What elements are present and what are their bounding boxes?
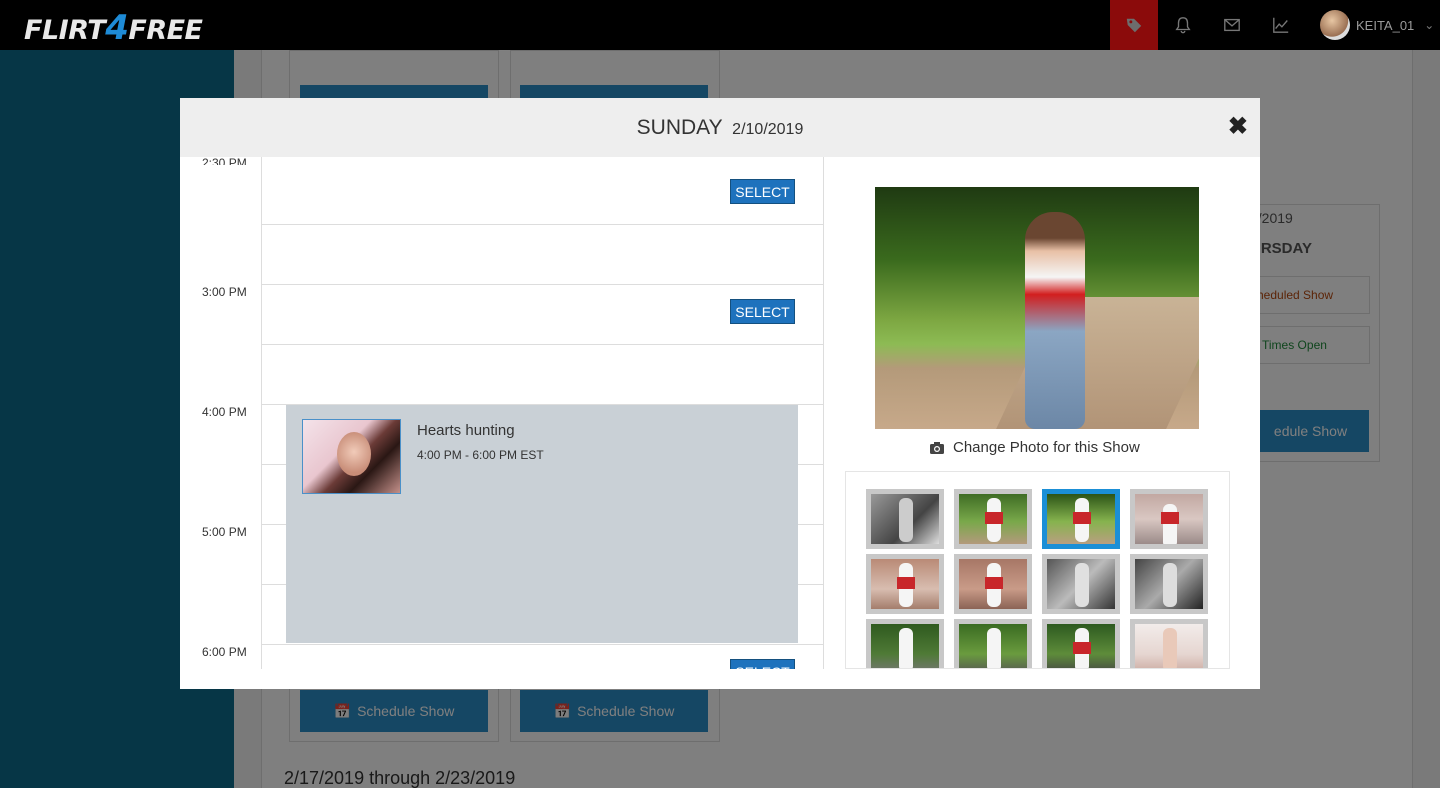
time-slot[interactable] [262, 225, 824, 285]
time-label: 3:00 PM [202, 285, 247, 299]
photo-thumbnail[interactable] [954, 554, 1032, 614]
username: KEITA_01 [1356, 17, 1415, 33]
time-label: 5:00 PM [202, 525, 247, 539]
photo-thumbnail[interactable] [1042, 554, 1120, 614]
photo-thumbnail[interactable] [954, 619, 1032, 668]
time-label: 2:30 PM [202, 157, 247, 165]
close-icon[interactable]: ✖ [1228, 112, 1248, 141]
schedule-day-modal: SUNDAY 2/10/2019 ✖ 2:30 PM 3:00 PM 4:00 … [180, 98, 1260, 689]
time-label: 6:00 PM [202, 645, 247, 659]
chevron-down-icon: ⌄ [1424, 18, 1435, 32]
photo-thumbnail[interactable] [954, 489, 1032, 549]
time-column: 2:30 PM 3:00 PM 4:00 PM 5:00 PM 6:00 PM [180, 157, 261, 669]
mail-icon[interactable] [1208, 0, 1256, 50]
chart-icon[interactable] [1257, 0, 1305, 50]
modal-title: SUNDAY 2/10/2019 [637, 116, 804, 140]
avatar [1320, 10, 1350, 40]
camera-icon [930, 441, 944, 454]
change-photo-link[interactable]: Change Photo for this Show [929, 439, 1140, 456]
photo-thumbnail[interactable] [1130, 554, 1208, 614]
show-thumbnail [302, 419, 401, 494]
modal-day: SUNDAY [636, 115, 723, 139]
photo-thumbnail-grid[interactable] [845, 471, 1230, 669]
top-bar: FLIRT4FREE KEITA_01 ⌄ [0, 0, 1440, 50]
user-menu[interactable]: KEITA_01 ⌄ [1320, 8, 1434, 42]
photo-thumbnail[interactable] [1042, 619, 1120, 668]
select-slot-button[interactable]: SELECT [730, 299, 795, 324]
scheduled-show-block[interactable]: Hearts hunting 4:00 PM - 6:00 PM EST [286, 405, 798, 643]
change-photo-label: Change Photo for this Show [953, 439, 1140, 456]
select-slot-button[interactable]: SELECT [730, 179, 795, 204]
show-title: Hearts hunting [417, 422, 515, 439]
photo-thumbnail[interactable] [866, 554, 944, 614]
photo-thumbnail[interactable] [866, 489, 944, 549]
bell-icon[interactable] [1159, 0, 1207, 50]
select-slot-button[interactable]: SELECT [730, 659, 795, 669]
photo-thumbnail[interactable] [1130, 619, 1208, 668]
show-photo [875, 187, 1199, 429]
photo-thumbnail[interactable] [866, 619, 944, 668]
photo-thumbnail-selected[interactable] [1042, 489, 1120, 549]
time-slot[interactable] [262, 345, 824, 405]
show-time: 4:00 PM - 6:00 PM EST [417, 448, 544, 462]
modal-date: 2/10/2019 [732, 120, 804, 138]
time-label: 4:00 PM [202, 405, 247, 419]
photo-thumbnail[interactable] [1130, 489, 1208, 549]
show-photo-panel: Change Photo for this Show [845, 157, 1260, 669]
time-slot-schedule[interactable]: 2:30 PM 3:00 PM 4:00 PM 5:00 PM 6:00 PM … [180, 157, 824, 669]
site-logo[interactable]: FLIRT4FREE [24, 8, 203, 48]
modal-header: SUNDAY 2/10/2019 ✖ [180, 98, 1260, 157]
tag-icon[interactable] [1110, 0, 1158, 50]
